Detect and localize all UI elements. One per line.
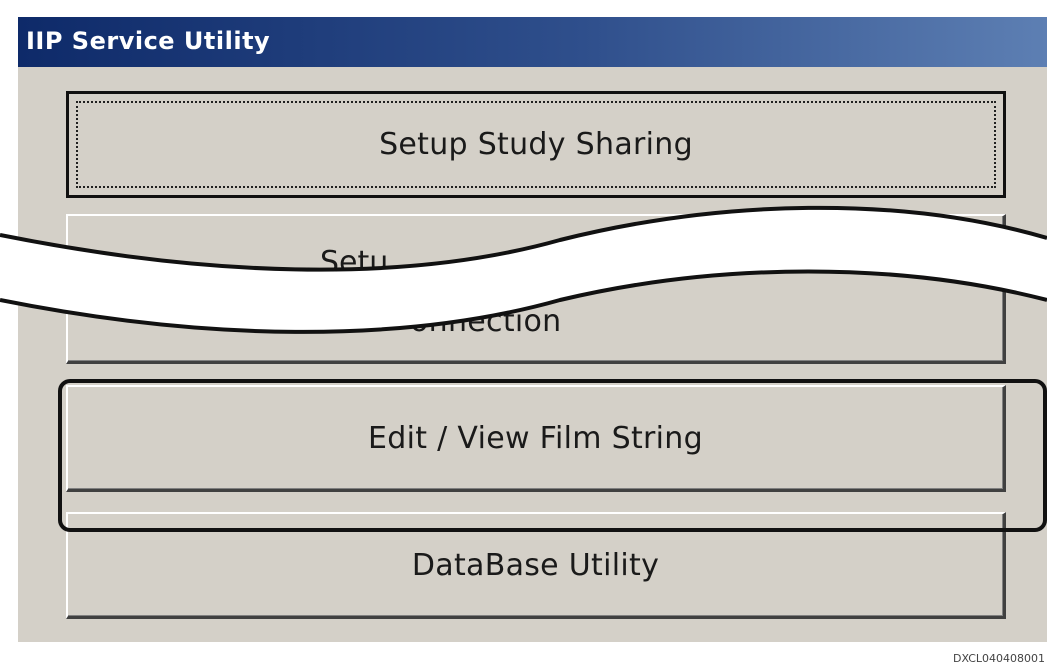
database-utility-label: DataBase Utility <box>411 547 660 583</box>
figure-code: DXCL040408001 <box>952 652 1045 665</box>
setup-connection-label-partial-top: Setu <box>320 245 389 280</box>
setup-connection-button[interactable]: Setu onnection <box>66 214 1006 364</box>
setup-connection-label-partial-bottom: onnection <box>410 304 562 339</box>
title-bar[interactable]: IIP Service Utility <box>18 17 1047 67</box>
window-title: IIP Service Utility <box>26 27 271 55</box>
edit-view-film-string-button[interactable]: Edit / View Film String <box>66 385 1006 492</box>
service-utility-window: IIP Service Utility Setup Study Sharing … <box>18 17 1047 642</box>
database-utility-button[interactable]: DataBase Utility <box>66 512 1006 619</box>
setup-study-sharing-button[interactable]: Setup Study Sharing <box>66 91 1006 198</box>
edit-view-film-string-label: Edit / View Film String <box>368 420 703 456</box>
setup-study-sharing-label: Setup Study Sharing <box>379 127 693 162</box>
focus-rectangle: Setup Study Sharing <box>76 101 996 188</box>
